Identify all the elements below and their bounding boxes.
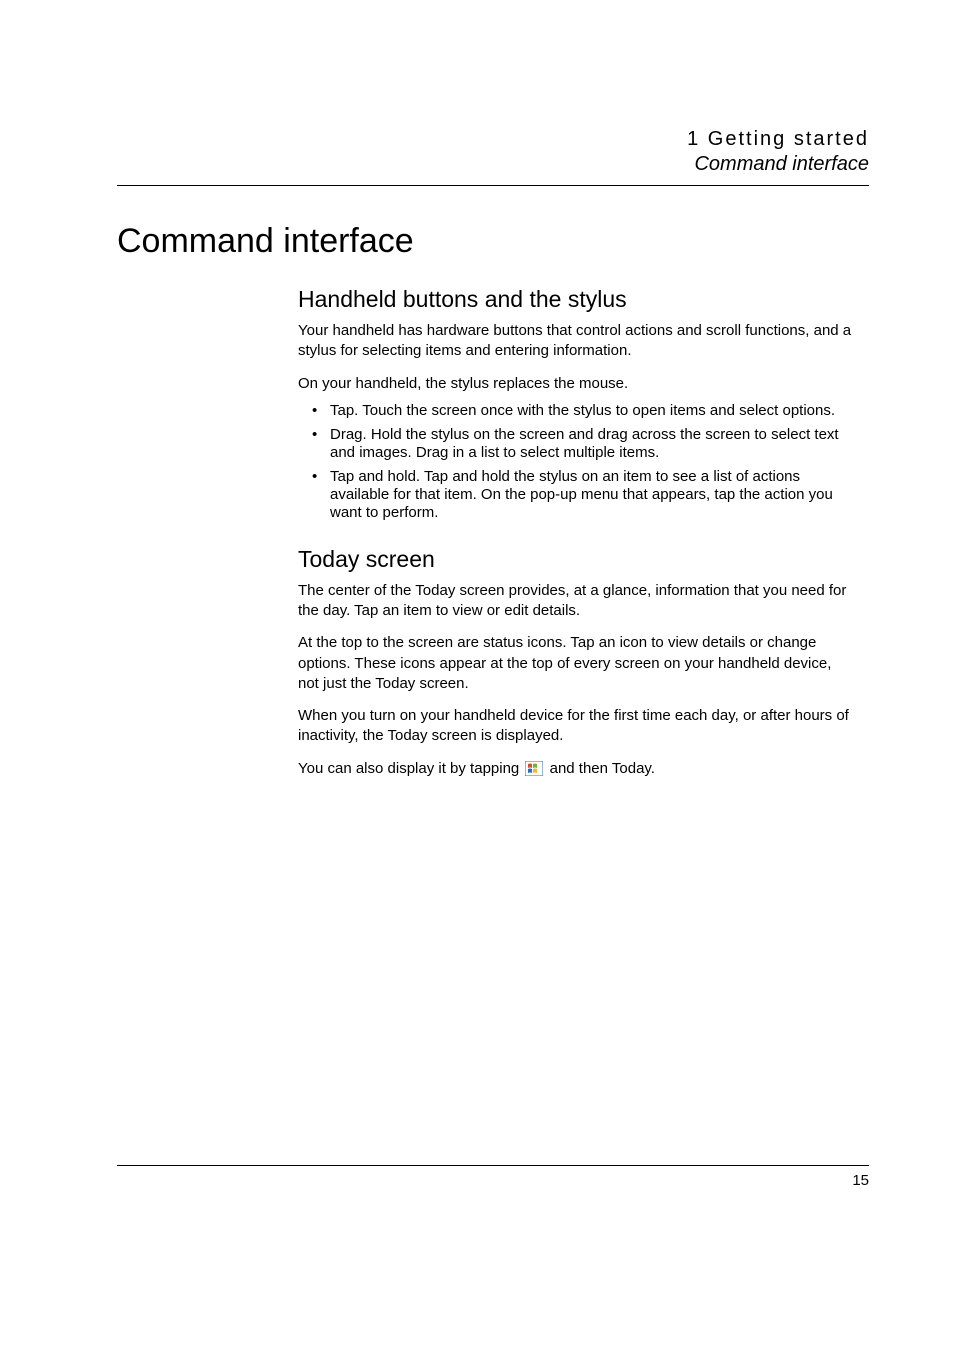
- subsection-heading-today: Today screen: [298, 546, 854, 573]
- text-before-icon: You can also display it by tapping: [298, 760, 523, 777]
- page-number: 15: [852, 1172, 869, 1189]
- header-rule: [117, 185, 869, 186]
- bullet-list: Tap. Touch the screen once with the styl…: [298, 402, 854, 522]
- content-body: Handheld buttons and the stylus Your han…: [298, 278, 854, 791]
- list-item: Tap. Touch the screen once with the styl…: [316, 402, 854, 420]
- footer-rule: [117, 1165, 869, 1166]
- subsection-heading-handheld: Handheld buttons and the stylus: [298, 286, 854, 313]
- list-item: Drag. Hold the stylus on the screen and …: [316, 426, 854, 462]
- paragraph-with-icon: You can also display it by tapping and t…: [298, 759, 854, 779]
- list-item: Tap and hold. Tap and hold the stylus on…: [316, 468, 854, 522]
- page-header: 1 Getting started Command interface: [687, 128, 869, 176]
- windows-start-icon: [525, 761, 543, 776]
- text-after-icon: and then Today.: [545, 760, 655, 777]
- chapter-label: 1 Getting started: [687, 128, 869, 151]
- paragraph: On your handheld, the stylus replaces th…: [298, 374, 854, 394]
- paragraph: When you turn on your handheld device fo…: [298, 706, 854, 747]
- main-heading: Command interface: [117, 222, 414, 261]
- paragraph: The center of the Today screen provides,…: [298, 581, 854, 622]
- paragraph: At the top to the screen are status icon…: [298, 633, 854, 694]
- paragraph: Your handheld has hardware buttons that …: [298, 321, 854, 362]
- section-label: Command interface: [687, 153, 869, 176]
